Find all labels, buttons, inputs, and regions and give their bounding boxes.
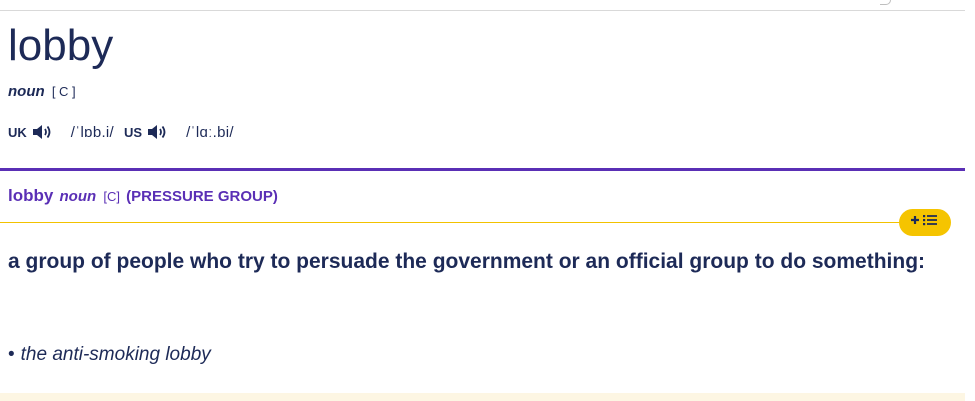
sense-grammar-code: [C]	[103, 189, 120, 204]
region-label-us: US	[124, 124, 143, 140]
guideword: (PRESSURE GROUP)	[126, 188, 278, 205]
region-label-uk: UK	[8, 124, 27, 140]
part-of-speech: noun	[8, 83, 45, 100]
ipa-uk: /ˈlɒb.i/	[70, 123, 115, 141]
speaker-icon[interactable]	[146, 122, 170, 142]
bottom-strip	[0, 393, 965, 401]
example-bullet: •	[8, 344, 15, 365]
definition-text: a group of people who try to persuade th…	[8, 250, 926, 273]
ipa-us: /ˈlɑː.bi/	[186, 123, 234, 141]
top-divider	[0, 10, 965, 11]
grammar-line: noun [ C ]	[8, 82, 76, 102]
grammar-code: [ C ]	[51, 84, 76, 99]
sense-guideword-line: lobby noun [C] (PRESSURE GROUP)	[8, 186, 278, 207]
add-to-word-list-button[interactable]	[899, 209, 951, 236]
plus-list-icon	[910, 212, 940, 233]
speaker-icon[interactable]	[31, 122, 55, 142]
headword: lobby	[8, 21, 114, 70]
sense-headword: lobby	[8, 186, 54, 205]
sense-part-of-speech: noun	[59, 188, 97, 205]
example-item: • the anti-smoking lobby	[8, 342, 211, 368]
top-corner-decoration	[880, 0, 891, 5]
example-text: the anti-smoking lobby	[20, 344, 211, 365]
guideword-underline	[0, 222, 905, 223]
pronunciation-line: UK /ˈlɒb.i/ US /ˈlɑː.bi/	[8, 121, 244, 143]
